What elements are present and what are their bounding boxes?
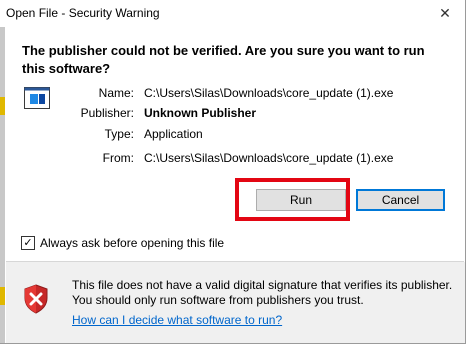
- publisher-label: Publisher:: [80, 106, 134, 120]
- shield-error-icon: [24, 284, 48, 314]
- executable-file-icon: [24, 87, 50, 109]
- type-label: Type:: [104, 127, 134, 141]
- type-value: Application: [144, 127, 203, 141]
- from-value: C:\Users\Silas\Downloads\core_update (1)…: [144, 151, 394, 165]
- unsigned-warning-text: This file does not have a valid digital …: [72, 278, 453, 307]
- background-accent: [0, 97, 5, 115]
- from-label: From:: [102, 151, 134, 165]
- warning-headline: The publisher could not be verified. Are…: [22, 43, 425, 76]
- close-icon[interactable]: ✕: [433, 2, 457, 24]
- help-link[interactable]: How can I decide what software to run?: [72, 313, 282, 327]
- run-button[interactable]: Run: [256, 189, 346, 211]
- name-label: Name:: [98, 86, 134, 100]
- always-ask-checkbox[interactable]: ✓: [21, 236, 35, 250]
- name-value: C:\Users\Silas\Downloads\core_update (1)…: [144, 86, 394, 100]
- security-warning-dialog: Open File - Security Warning ✕ The publi…: [0, 0, 466, 344]
- background-window-edge: [0, 27, 5, 343]
- always-ask-label: Always ask before opening this file: [40, 236, 225, 250]
- title-bar[interactable]: Open File - Security Warning ✕: [0, 0, 465, 27]
- cancel-button[interactable]: Cancel: [356, 189, 445, 211]
- publisher-value: Unknown Publisher: [144, 106, 257, 120]
- window-title: Open File - Security Warning: [6, 6, 160, 20]
- always-ask-row[interactable]: ✓ Always ask before opening this file: [21, 236, 224, 250]
- background-accent: [0, 287, 5, 305]
